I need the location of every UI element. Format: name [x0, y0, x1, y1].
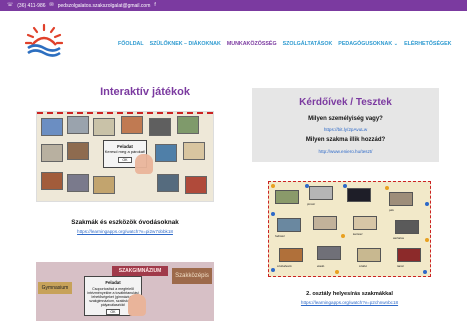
top-contact-bar: ☏ (36) 411-986 ✉ pedszolgalatos.szakszol…	[0, 0, 467, 11]
drop-point	[425, 238, 429, 242]
game-tile	[353, 216, 377, 230]
game-tile	[121, 116, 143, 134]
drop-point	[335, 270, 339, 274]
dashed-border	[37, 112, 213, 114]
main-navigation: FŐOLDAL SZÜLŐKNEK – DIÁKOKNAK MUNKAKÖZÖS…	[118, 41, 451, 47]
game-tile	[317, 246, 341, 260]
word-label: asztalos	[393, 236, 405, 240]
game-tile	[389, 192, 413, 206]
drop-point	[305, 184, 309, 188]
phone-icon: ☏	[7, 2, 14, 8]
game-caption-spelling: 2. osztály helyesírás szakmákkal	[306, 291, 393, 297]
facebook-icon[interactable]: f	[154, 3, 155, 8]
game-tile	[41, 144, 63, 162]
game-tile	[67, 116, 89, 134]
word-label: pincér	[307, 202, 316, 206]
school-sign: Szakközépis	[172, 268, 212, 284]
game-tile	[277, 218, 301, 232]
game-tile	[41, 172, 63, 190]
game-tile	[313, 216, 337, 230]
game-thumbnail-professions[interactable]: Feladat Keresd meg a párokat! OK	[36, 111, 214, 202]
word-label: szabó	[359, 264, 368, 268]
drop-point	[271, 268, 275, 272]
game-tile	[41, 118, 63, 136]
word-label: tanár	[397, 264, 404, 268]
game-tile	[93, 118, 115, 136]
game-tile	[185, 176, 207, 194]
interactive-games-title: Interaktív játékok	[100, 86, 190, 98]
task-dialog-title: Feladat	[105, 280, 121, 285]
drop-point	[343, 184, 347, 188]
nav-item-teachers[interactable]: PEDAGÓGUSOKNAK ⌄	[338, 41, 398, 47]
drop-point	[385, 186, 389, 190]
drop-point	[425, 202, 429, 206]
task-ok-button[interactable]: OK	[106, 309, 120, 315]
game-tile	[279, 248, 303, 262]
email-address[interactable]: pedszolgalatos.szakszolgalat@gmail.com	[58, 3, 151, 9]
game-tile	[149, 118, 171, 136]
site-logo[interactable]	[25, 23, 63, 57]
nav-item-home[interactable]: FŐOLDAL	[118, 41, 144, 47]
profession-question: Milyen szakma illik hozzád?	[305, 137, 386, 143]
personality-question: Milyen személyiség vagy?	[308, 116, 383, 122]
game-tile	[155, 144, 177, 162]
drop-point	[271, 212, 275, 216]
drop-point	[271, 184, 275, 188]
task-dialog-text: Keresd meg a párokat!	[104, 149, 146, 154]
game-thumbnail-schools[interactable]: SZAKGIMNÁZIUM Szakközépis Gymnasium Fela…	[36, 262, 214, 321]
school-sign: Gymnasium	[38, 282, 72, 294]
game-link-spelling[interactable]: https://learningapps.org/watch?v=p2chnwn…	[268, 300, 431, 305]
word-label: fodrász	[275, 234, 285, 238]
word-label: kertész	[353, 232, 363, 236]
nav-item-contacts[interactable]: ELÉRHETŐSÉGEK	[404, 41, 451, 47]
game-tile	[347, 188, 371, 202]
game-tile	[395, 220, 419, 234]
word-label: szobafestő	[277, 264, 292, 268]
nav-item-services[interactable]: SZOLGÁLTATÁSOK	[283, 41, 333, 47]
personality-test-link[interactable]: https://bit.ly/2pAvuLw	[252, 127, 439, 132]
game-tile	[309, 186, 333, 200]
profession-test-link[interactable]: http://www.eniero.hu/teszt/	[252, 149, 439, 154]
game-tile	[177, 116, 199, 134]
school-sign: SZAKGIMNÁZIUM	[112, 266, 168, 276]
site-header: FŐOLDAL SZÜLŐKNEK – DIÁKOKNAK MUNKAKÖZÖS…	[0, 11, 467, 59]
word-label: eladó	[317, 264, 325, 268]
pointer-hand-icon	[128, 294, 146, 316]
game-tile	[275, 190, 299, 204]
questionnaires-title: Kérdőívek / Tesztek	[299, 97, 392, 108]
game-caption-professions: Szakmák és eszközök óvodásoknak	[71, 219, 179, 226]
nav-item-workgroup[interactable]: MUNKAKÖZÖSSÉG	[227, 41, 277, 47]
game-thumbnail-spelling[interactable]: pincér pék fodrász kertész asztalos szob…	[268, 181, 431, 277]
game-tile	[67, 174, 89, 192]
game-tile	[183, 142, 205, 160]
game-tile	[93, 176, 115, 194]
email-icon: ✉	[49, 2, 54, 8]
task-ok-button[interactable]: OK	[118, 157, 132, 163]
game-tile	[357, 248, 381, 262]
drop-point	[341, 234, 345, 238]
game-link-professions[interactable]: https://learningapps.org/watch?v=pi2w7ob…	[36, 229, 214, 234]
game-tile	[67, 142, 89, 160]
game-tile	[157, 174, 179, 192]
drop-point	[423, 270, 427, 274]
nav-item-parents-students[interactable]: SZÜLŐKNEK – DIÁKOKNAK	[150, 41, 221, 47]
game-tile	[397, 248, 421, 262]
pointer-hand-icon	[135, 154, 153, 174]
word-label: pék	[389, 208, 394, 212]
phone-number[interactable]: (36) 411-986	[17, 3, 45, 9]
